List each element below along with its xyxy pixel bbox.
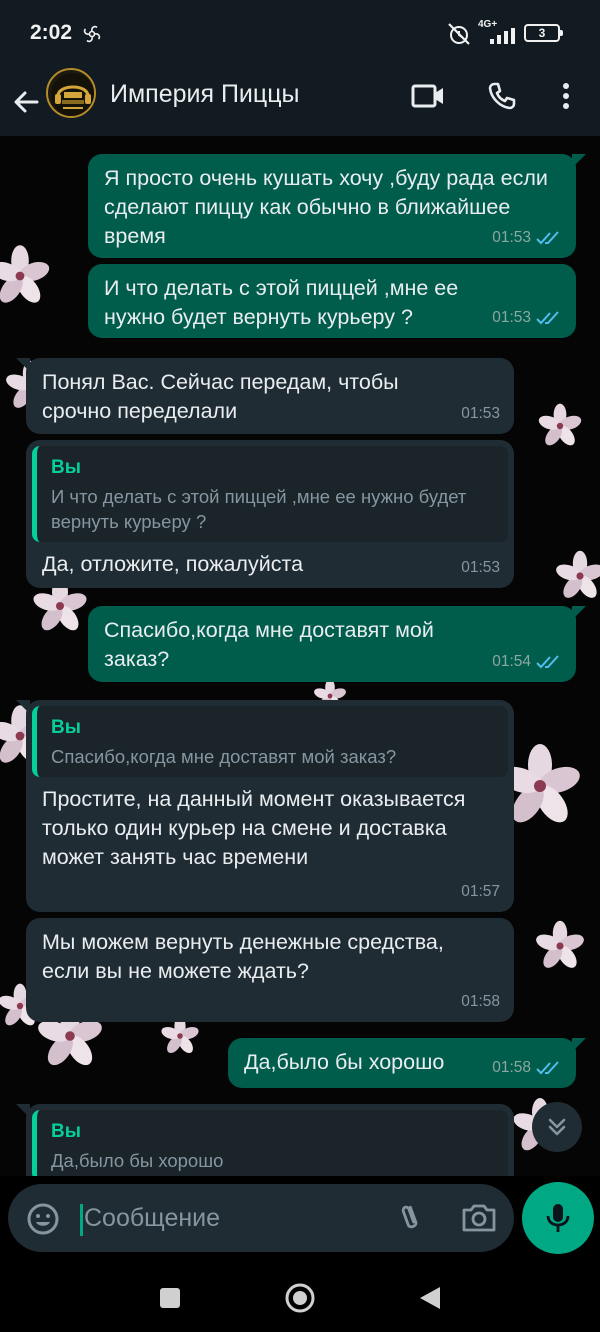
message-meta: 01:53 (492, 223, 562, 252)
signal-icon (490, 28, 515, 44)
read-ticks-icon (536, 1060, 559, 1074)
message-time: 01:58 (461, 993, 500, 1010)
scroll-to-bottom-button[interactable] (532, 1102, 582, 1152)
message-input[interactable] (84, 1198, 384, 1238)
quote-text: И что делать с этой пиццей ,мне ее нужно… (51, 486, 467, 532)
recents-icon (160, 1288, 180, 1308)
fan-icon (83, 25, 101, 43)
message-incoming[interactable]: Вы И что делать с этой пиццей ,мне ее ну… (26, 440, 514, 588)
message-incoming[interactable]: Понял Вас. Сейчас передам, чтобы срочно … (16, 358, 514, 434)
recents-button[interactable] (150, 1278, 190, 1318)
more-vert-icon (563, 83, 569, 109)
message-meta: 01:53 (492, 303, 562, 332)
message-outgoing[interactable]: Я просто очень кушать хочу ,буду рада ес… (88, 154, 586, 258)
back-button[interactable] (8, 78, 44, 126)
composer (0, 1176, 600, 1266)
camera-icon[interactable] (460, 1200, 498, 1236)
alarm-off-icon (448, 23, 470, 45)
quote-author: Вы (51, 717, 81, 738)
emoji-icon[interactable] (26, 1202, 60, 1236)
phone-icon (488, 82, 516, 110)
message-text: И что делать с этой пиццей ,мне ее нужно… (104, 276, 465, 329)
chat-area[interactable]: Я просто очень кушать хочу ,буду рада ес… (0, 136, 600, 1176)
quote-author: Вы (51, 457, 81, 478)
message-time: 01:57 (461, 883, 500, 900)
message-meta: 01:57 (461, 877, 500, 906)
video-call-button[interactable] (406, 76, 450, 116)
message-incoming[interactable]: Вы Да,было бы хорошо (16, 1104, 514, 1176)
message-meta: 01:53 (461, 399, 500, 428)
message-outgoing[interactable]: Да,было бы хорошо 01:58 (228, 1038, 586, 1088)
quoted-message[interactable]: Вы Спасибо,когда мне доставят мой заказ? (32, 706, 508, 777)
read-ticks-icon (536, 654, 559, 668)
message-meta: 01:53 (461, 553, 500, 582)
system-nav-bar (0, 1266, 600, 1332)
message-input-container[interactable] (8, 1184, 514, 1252)
message-meta: 01:58 (492, 1053, 562, 1082)
nav-back-button[interactable] (410, 1278, 450, 1318)
quote-text: Спасибо,когда мне доставят мой заказ? (51, 746, 397, 767)
voice-message-button[interactable] (522, 1182, 594, 1254)
mic-icon (546, 1204, 570, 1232)
quote-text: Да,было бы хорошо (51, 1150, 224, 1171)
message-text: Простите, на данный момент оказывается т… (42, 787, 472, 869)
read-ticks-icon (536, 230, 559, 244)
message-incoming[interactable]: Вы Спасибо,когда мне доставят мой заказ?… (16, 700, 514, 912)
status-bar: 2:02 4G+ 3 (0, 0, 600, 68)
chat-title[interactable]: Империя Пиццы (110, 80, 300, 109)
message-time: 01:53 (492, 309, 531, 326)
quote-author: Вы (51, 1121, 81, 1142)
double-chevron-down-icon (548, 1118, 566, 1136)
text-caret (80, 1204, 83, 1236)
battery-level: 3 (538, 26, 546, 40)
message-meta: 01:58 (461, 987, 500, 1016)
message-time: 01:53 (461, 559, 500, 576)
back-arrow-icon (14, 91, 39, 113)
video-call-icon (411, 84, 443, 108)
voice-call-button[interactable] (480, 76, 524, 116)
status-time: 2:02 (30, 21, 73, 44)
attach-icon[interactable] (392, 1200, 428, 1236)
quoted-message[interactable]: Вы И что делать с этой пиццей ,мне ее ну… (32, 446, 508, 542)
battery-icon: 3 (524, 24, 563, 42)
message-text: Спасибо,когда мне доставят мой заказ? (104, 618, 440, 671)
message-outgoing[interactable]: И что делать с этой пиццей ,мне ее нужно… (88, 264, 576, 338)
message-text: Понял Вас. Сейчас передам, чтобы срочно … (42, 370, 405, 423)
avatar[interactable] (46, 68, 96, 118)
message-time: 01:58 (492, 1059, 531, 1076)
more-options-button[interactable] (544, 76, 588, 116)
quoted-message[interactable]: Вы Да,было бы хорошо (32, 1110, 508, 1176)
message-text: Да, отложите, пожалуйста (42, 552, 304, 576)
message-time: 01:54 (492, 653, 531, 670)
message-time: 01:53 (461, 405, 500, 422)
message-time: 01:53 (492, 229, 531, 246)
message-outgoing[interactable]: Спасибо,когда мне доставят мой заказ? 01… (88, 606, 586, 682)
message-text: Мы можем вернуть денежные средства, если… (42, 930, 450, 983)
message-incoming[interactable]: Мы можем вернуть денежные средства, если… (26, 918, 514, 1022)
read-ticks-icon (536, 310, 559, 324)
home-icon (285, 1283, 315, 1313)
back-icon (420, 1287, 440, 1309)
message-meta: 01:54 (492, 647, 562, 676)
home-button[interactable] (280, 1278, 320, 1318)
